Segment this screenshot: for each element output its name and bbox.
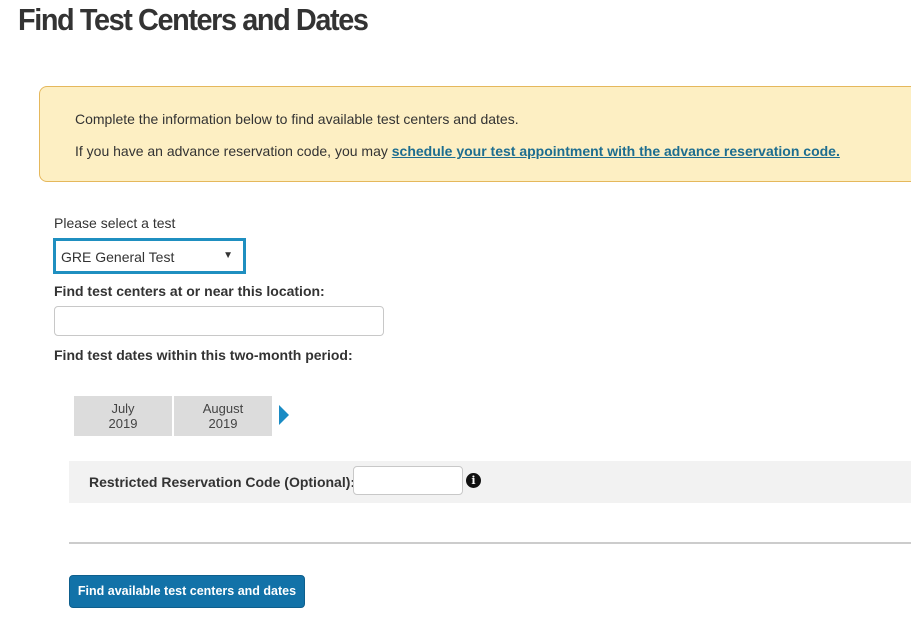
reservation-code-label: Restricted Reservation Code (Optional): <box>89 474 356 490</box>
advance-reservation-link[interactable]: schedule your test appointment with the … <box>392 143 840 159</box>
dropdown-arrow-icon: ▼ <box>223 250 233 261</box>
find-test-centers-button[interactable]: Find available test centers and dates <box>69 575 305 608</box>
info-text-reservation: If you have an advance reservation code,… <box>75 143 840 159</box>
reservation-code-input[interactable] <box>353 466 463 495</box>
month-option-august[interactable]: August 2019 <box>174 396 272 436</box>
page: Find Test Centers and Dates Complete the… <box>0 0 911 623</box>
info-text-prefix: If you have an advance reservation code,… <box>75 143 392 159</box>
info-box: Complete the information below to find a… <box>39 86 911 182</box>
location-input[interactable] <box>54 306 384 336</box>
test-select-value: GRE General Test <box>61 249 175 265</box>
test-select-label: Please select a test <box>54 215 176 231</box>
reservation-code-row: Restricted Reservation Code (Optional): … <box>69 461 911 503</box>
test-select[interactable]: GRE General Test ▼ <box>53 238 246 274</box>
month-year: 2019 <box>208 416 238 431</box>
next-month-arrow-icon[interactable] <box>279 405 289 425</box>
period-label: Find test dates within this two-month pe… <box>54 347 353 363</box>
page-title: Find Test Centers and Dates <box>18 2 369 37</box>
info-icon[interactable]: i <box>466 473 481 488</box>
divider <box>69 542 911 544</box>
month-name: August <box>202 401 244 416</box>
month-name: July <box>111 401 135 416</box>
location-label: Find test centers at or near this locati… <box>54 283 325 299</box>
info-text: Complete the information below to find a… <box>75 111 519 127</box>
month-year: 2019 <box>108 416 138 431</box>
month-option-july[interactable]: July 2019 <box>74 396 172 436</box>
